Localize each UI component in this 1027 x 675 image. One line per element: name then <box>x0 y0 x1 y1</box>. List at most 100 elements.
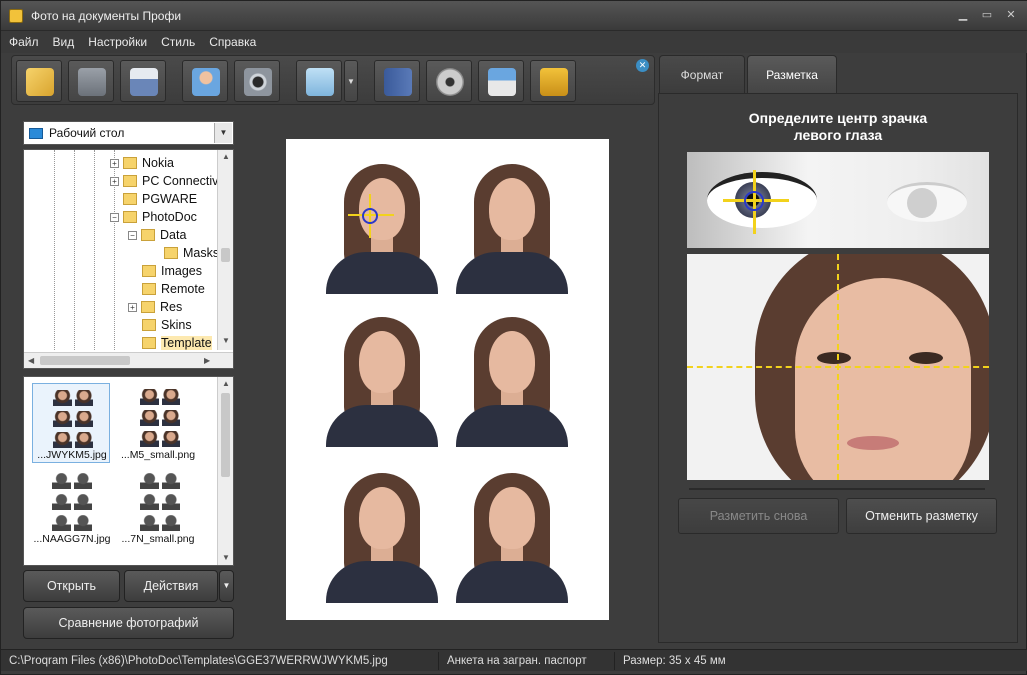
cancel-markup-button[interactable]: Отменить разметку <box>846 498 997 534</box>
thumbnail-image <box>53 390 93 450</box>
passport-photo[interactable] <box>326 317 438 447</box>
passport-photo[interactable] <box>456 164 568 294</box>
tab-format[interactable]: Формат <box>659 55 745 93</box>
camera-button[interactable] <box>234 60 280 102</box>
thumbnail-scrollbar[interactable]: ▲ ▼ <box>217 377 233 565</box>
help-button[interactable] <box>374 60 420 102</box>
maximize-icon[interactable]: ▭ <box>976 7 998 23</box>
tree-item[interactable]: − Data <box>128 226 186 244</box>
app-icon <box>9 8 23 23</box>
open-folder-button[interactable] <box>16 60 62 102</box>
menu-settings[interactable]: Настройки <box>88 35 147 49</box>
folder-select[interactable]: Рабочий стол ▼ <box>23 121 234 145</box>
tree-item[interactable]: Images <box>142 262 202 280</box>
collapse-icon[interactable]: − <box>110 212 119 222</box>
status-format: Анкета на загран. паспорт <box>439 651 615 670</box>
tree-item[interactable]: Skins <box>142 316 192 334</box>
folder-icon <box>142 319 156 331</box>
person-icon <box>192 68 220 96</box>
person-button[interactable] <box>182 60 228 102</box>
tree-item[interactable]: Remote <box>142 280 205 298</box>
folder-tree[interactable]: + Nokia + PC Connectiv PGWARE − PhotoDoc − D… <box>23 149 234 369</box>
menu-view[interactable]: Вид <box>53 35 75 49</box>
passport-photo[interactable] <box>326 164 438 294</box>
remark-button[interactable]: Разметить снова <box>678 498 839 534</box>
tree-item-label: PGWARE <box>142 192 198 206</box>
film-button[interactable] <box>426 60 472 102</box>
expand-icon[interactable]: + <box>110 176 119 186</box>
screen-capture-button[interactable] <box>296 60 342 102</box>
desktop-icon <box>29 127 43 139</box>
folder-icon <box>164 247 178 259</box>
tree-item[interactable]: + Nokia <box>110 154 174 172</box>
passport-photo[interactable] <box>326 473 438 603</box>
title-bar: Фото на документы Профи ▁ ▭ ✕ <box>1 1 1027 31</box>
window-title: Фото на документы Профи <box>31 8 182 23</box>
vertical-guide[interactable] <box>837 254 839 480</box>
scroll-up-icon[interactable]: ▲ <box>222 379 230 388</box>
scroll-down-icon[interactable]: ▼ <box>222 553 230 562</box>
tree-horizontal-scrollbar[interactable]: ◀ ▶ <box>24 352 233 368</box>
help-book-icon <box>384 68 412 96</box>
status-size: Размер: 35 x 45 мм <box>623 654 726 667</box>
tree-item[interactable]: + Res <box>128 298 182 316</box>
folder-select-value: Рабочий стол <box>49 126 125 140</box>
open-folder-icon <box>26 68 54 96</box>
pupil-marker <box>744 191 764 211</box>
chevron-down-icon[interactable]: ▼ <box>214 123 232 143</box>
chevron-down-icon[interactable]: ▼ <box>219 570 234 602</box>
instruction-line: Определите центр зрачка <box>748 110 928 126</box>
face-markup-image[interactable] <box>687 254 989 480</box>
thumbnail-image <box>140 389 180 449</box>
tree-item-selected[interactable]: Template <box>142 334 212 352</box>
scroll-left-icon[interactable]: ◀ <box>28 356 34 365</box>
scroll-thumb[interactable] <box>221 393 230 477</box>
home-icon <box>488 68 516 96</box>
collapse-icon[interactable]: − <box>128 230 137 240</box>
scroll-thumb[interactable] <box>221 248 230 262</box>
thumbnail-label: ...M5_small.png <box>120 449 196 461</box>
tree-item-label: Nokia <box>142 156 174 170</box>
print-button[interactable] <box>120 60 166 102</box>
minimize-icon[interactable]: ▁ <box>952 7 974 23</box>
passport-photo[interactable] <box>456 317 568 447</box>
tab-markup[interactable]: Разметка <box>747 55 837 93</box>
home-button[interactable] <box>478 60 524 102</box>
tree-item[interactable]: − PhotoDoc <box>110 208 197 226</box>
actions-button[interactable]: Действия <box>124 570 218 602</box>
app-window: Фото на документы Профи ▁ ▭ ✕ Файл Вид Н… <box>0 0 1027 675</box>
thumbnail-image <box>140 473 180 533</box>
menu-style[interactable]: Стиль <box>161 35 195 49</box>
expand-icon[interactable]: + <box>110 158 119 168</box>
open-button[interactable]: Открыть <box>23 570 120 602</box>
film-icon <box>436 68 464 96</box>
thumbnail-list[interactable]: ...JWYKM5.jpg ...M5_small.png ...NAAGG7N… <box>23 376 234 566</box>
save-button[interactable] <box>68 60 114 102</box>
folder-icon <box>123 157 137 169</box>
tree-item[interactable]: + PC Connectiv <box>110 172 218 190</box>
menu-file[interactable]: Файл <box>9 35 39 49</box>
menu-help[interactable]: Справка <box>209 35 256 49</box>
folder-icon <box>123 211 137 223</box>
folder-icon <box>142 337 156 349</box>
expand-icon[interactable]: + <box>128 302 137 312</box>
print-icon <box>130 68 158 96</box>
scroll-down-icon[interactable]: ▼ <box>222 336 230 345</box>
close-toolbar-icon[interactable]: ✕ <box>636 59 649 72</box>
folder-icon <box>142 265 156 277</box>
instruction-text: Определите центр зрачка левого глаза <box>659 110 1017 144</box>
cart-button[interactable] <box>530 60 576 102</box>
cart-icon <box>540 68 568 96</box>
close-icon[interactable]: ✕ <box>1000 7 1022 23</box>
folder-icon <box>123 175 137 187</box>
scroll-right-icon[interactable]: ▶ <box>204 356 210 365</box>
compare-photos-button[interactable]: Сравнение фотографий <box>23 607 234 639</box>
tree-item[interactable]: Masks <box>164 244 219 262</box>
scroll-thumb[interactable] <box>40 356 130 365</box>
tree-item[interactable]: PGWARE <box>123 190 197 208</box>
chevron-down-icon[interactable]: ▼ <box>344 60 358 102</box>
tree-vertical-scrollbar[interactable]: ▲ ▼ <box>217 150 233 350</box>
scroll-up-icon[interactable]: ▲ <box>222 152 230 161</box>
passport-photo[interactable] <box>456 473 568 603</box>
folder-icon <box>141 229 155 241</box>
